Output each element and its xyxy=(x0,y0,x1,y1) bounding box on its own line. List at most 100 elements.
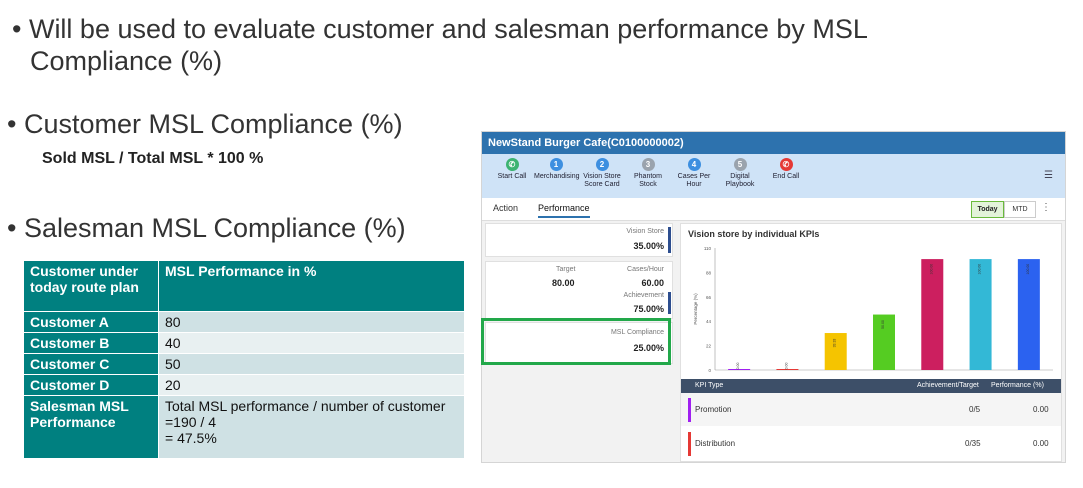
chart-bar xyxy=(824,333,847,370)
vision-store-card[interactable]: Vision Store 35.00% xyxy=(485,223,673,257)
playbook-icon: 5 xyxy=(733,158,747,171)
kpi-accent-bar xyxy=(668,227,671,253)
bar-value-label: 0.00 xyxy=(784,363,788,370)
toolbar-merchandising[interactable]: 1 Merchandising xyxy=(534,158,580,181)
table-summary-row: Salesman MSL Performance Total MSL perfo… xyxy=(23,395,465,459)
vision-store-label: Vision Store xyxy=(626,228,664,235)
y-tick-label: 88 xyxy=(706,270,712,275)
cases-label: Cases/Hour xyxy=(627,266,664,273)
toolbar-digital-playbook[interactable]: 5 Digital Playbook xyxy=(718,158,762,189)
kpi-accent-bar xyxy=(668,292,671,314)
y-axis-title: Percentage (%) xyxy=(693,293,698,325)
table-header-row: Customer under today route plan MSL Perf… xyxy=(23,260,465,312)
kpi-performance: 0.00 xyxy=(1033,405,1049,414)
table-cell-value: 40 xyxy=(158,332,465,354)
bar-value-label: 0.00 xyxy=(736,363,740,370)
merchandising-icon: 1 xyxy=(549,158,563,171)
toolbar-cases-per-hour[interactable]: 4 Cases Per Hour xyxy=(672,158,716,189)
tab-action[interactable]: Action xyxy=(493,203,518,213)
chart-bar xyxy=(921,259,944,370)
kpi-table-header: KPI Type Achievement/Target Performance … xyxy=(681,379,1061,393)
table-cell-value: 80 xyxy=(158,311,465,333)
tabs-row: Action Performance Today MTD ⋮ xyxy=(482,198,1065,221)
cases-value: 60.00 xyxy=(641,278,664,288)
period-mtd-button[interactable]: MTD xyxy=(1004,201,1036,218)
bar-value-label: 100.00 xyxy=(978,264,982,275)
y-tick-label: 66 xyxy=(706,295,712,300)
bullet-evaluate-line2: Compliance (%) xyxy=(30,46,223,76)
kpi-row-distribution[interactable]: Distribution 0/35 0.00 xyxy=(681,427,1061,460)
cases-per-hour-card[interactable]: Target 80.00 Cases/Hour 60.00 Achievemen… xyxy=(485,261,673,319)
kpi-chart-panel: Vision store by individual KPIs 0 22 44 66 8… xyxy=(680,223,1062,462)
table-summary-value: Total MSL performance / number of custom… xyxy=(158,395,465,459)
toolbar-label: Cases Per Hour xyxy=(677,173,711,188)
table-summary-label: Salesman MSL Performance xyxy=(23,395,159,459)
summary-line: = 47.5% xyxy=(165,430,217,446)
kpi-achievement: 0/5 xyxy=(969,405,981,414)
bullet-evaluate-line1: • Will be used to evaluate customer and … xyxy=(12,14,868,44)
kpi-bar-chart: 0 22 44 66 88 110 Percentage (%) 0.00 0.00 33.33… xyxy=(693,246,1053,373)
chart-title: Vision store by individual KPIs xyxy=(688,229,820,239)
cases-per-hour-icon: 4 xyxy=(687,158,701,171)
table-row: Customer C 50 xyxy=(23,353,465,375)
toolbar-label: End Call xyxy=(772,173,800,180)
table-row: Customer B 40 xyxy=(23,332,465,354)
toolbar-label: Phantom Stock xyxy=(633,173,663,188)
target-label: Target xyxy=(556,266,576,273)
summary-line: =190 / 4 xyxy=(165,414,216,430)
y-tick-label: 22 xyxy=(706,344,712,349)
tab-performance[interactable]: Performance xyxy=(538,203,590,218)
toolbar-end-call[interactable]: ✆ End Call xyxy=(764,158,808,181)
table-row: Customer A 80 xyxy=(23,311,465,333)
achievement-value: 75.00% xyxy=(633,304,664,314)
promotion-color-bar xyxy=(688,398,691,422)
bar-value-label: 100.00 xyxy=(929,264,933,275)
kpi-row-promotion[interactable]: Promotion 0/5 0.00 xyxy=(681,393,1061,426)
period-today-button[interactable]: Today xyxy=(971,201,1004,218)
table-cell-customer: Customer B xyxy=(23,332,159,354)
kpi-name: Distribution xyxy=(695,439,736,448)
table-cell-value: 20 xyxy=(158,374,465,396)
toolbar-start-call[interactable]: ✆ Start Call xyxy=(490,158,534,181)
toolbar-label: Vision Store Score Card xyxy=(583,173,621,188)
table-row: Customer D 20 xyxy=(23,374,465,396)
bar-value-label: 100.00 xyxy=(1026,264,1030,275)
msl-table: Customer under today route plan MSL Perf… xyxy=(23,260,465,459)
table-header-cell: MSL Performance in % xyxy=(158,260,465,312)
toolbar-phantom-stock[interactable]: 3 Phantom Stock xyxy=(626,158,670,189)
bar-value-label: 33.33 xyxy=(833,339,837,348)
achievement-label: Achievement xyxy=(623,292,664,299)
table-cell-customer: Customer C xyxy=(23,353,159,375)
table-header-cell: Customer under today route plan xyxy=(23,260,159,312)
kpi-name: Promotion xyxy=(695,405,732,414)
phantom-stock-icon: 3 xyxy=(641,158,655,171)
bullet-salesman-msl: • Salesman MSL Compliance (%) xyxy=(7,213,406,243)
kpi-header-performance: Performance (%) xyxy=(991,382,1044,389)
chart-bar xyxy=(1017,259,1040,370)
msl-highlight-box xyxy=(481,318,671,365)
app-title: NewStand Burger Cafe(C0100000002) xyxy=(482,132,1065,154)
call-toolbar: ✆ Start Call 1 Merchandising 2 Vision St… xyxy=(482,154,1065,198)
more-options-icon[interactable]: ⋮ xyxy=(1041,202,1051,213)
kpi-achievement: 0/35 xyxy=(965,439,981,448)
target-value: 80.00 xyxy=(552,278,575,288)
summary-line: Total MSL performance / number of custom… xyxy=(165,398,446,414)
formula-text: Sold MSL / Total MSL * 100 % xyxy=(42,150,264,167)
customer-list-icon[interactable]: ☰ xyxy=(1044,170,1053,181)
bullet-evaluate: • Will be used to evaluate customer and … xyxy=(12,13,868,77)
y-tick-label: 110 xyxy=(704,246,712,251)
toolbar-label: Merchandising xyxy=(534,173,580,180)
phone-icon: ✆ xyxy=(505,158,519,171)
toolbar-label: Digital Playbook xyxy=(725,173,755,188)
table-cell-customer: Customer A xyxy=(23,311,159,333)
chart-bar xyxy=(969,259,992,370)
table-cell-value: 50 xyxy=(158,353,465,375)
y-tick-label: 0 xyxy=(708,368,711,373)
vision-store-value: 35.00% xyxy=(633,241,664,251)
kpi-header-type: KPI Type xyxy=(695,382,724,389)
toolbar-vision-store[interactable]: 2 Vision Store Score Card xyxy=(580,158,624,189)
scorecard-icon: 2 xyxy=(595,158,609,171)
kpi-performance: 0.00 xyxy=(1033,439,1049,448)
distribution-color-bar xyxy=(688,432,691,456)
app-window: NewStand Burger Cafe(C0100000002) ✆ Star… xyxy=(481,131,1066,463)
